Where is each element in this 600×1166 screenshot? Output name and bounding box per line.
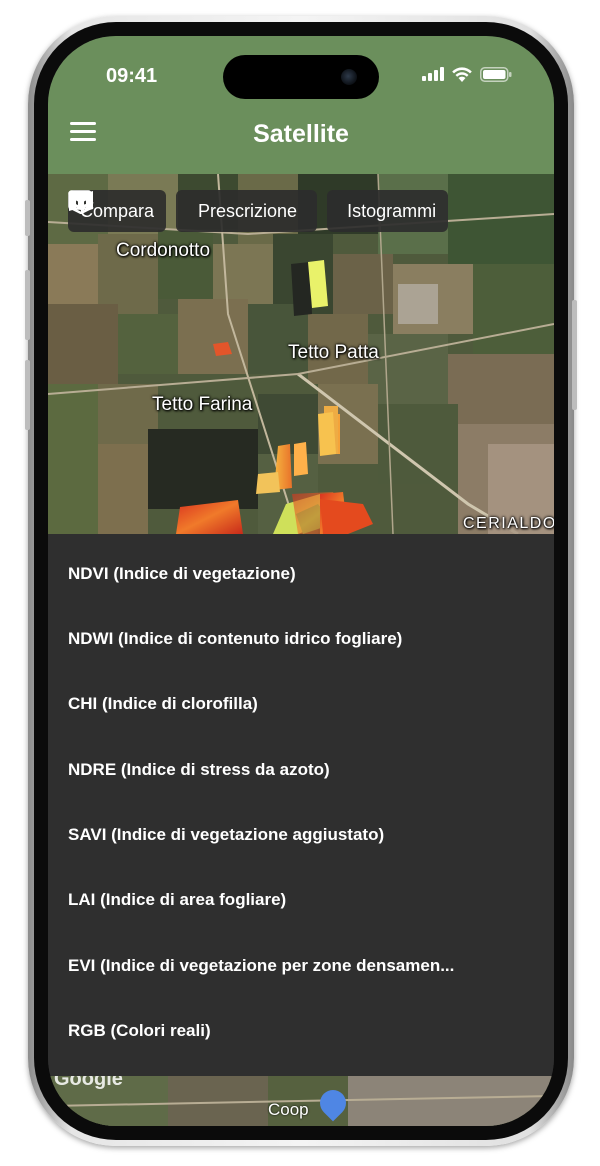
menu-item-rgb[interactable]: RGB (Colori reali) <box>68 1021 538 1041</box>
volume-up-button <box>25 270 30 340</box>
camera-icon <box>341 69 357 85</box>
place-label-tetto-farina: Tetto Farina <box>152 394 253 415</box>
prescription-button[interactable]: Prescrizione <box>68 190 318 232</box>
satellite-map[interactable]: Compara Prescrizione Istogrammi Cordonot… <box>48 174 554 534</box>
menu-item-ndwi[interactable]: NDWI (Indice di contenuto idrico fogliar… <box>68 629 538 649</box>
signal-icon <box>422 67 444 81</box>
app-screen: 09:41 Satellite Compara Prescrizione Ist… <box>48 36 554 1126</box>
dynamic-island <box>223 55 379 99</box>
menu-item-ndvi[interactable]: NDVI (Indice di vegetazione) <box>68 564 538 584</box>
place-label-cordonotto: Cordonotto <box>116 240 211 261</box>
map-icon <box>69 191 93 211</box>
google-attribution: Google <box>54 1076 123 1090</box>
app-header: 09:41 Satellite <box>48 36 554 174</box>
place-label-cerialdo: CERIALDO <box>463 515 554 532</box>
histogram-label: Istogrammi <box>347 200 437 221</box>
side-button <box>25 200 30 236</box>
prescription-label: Prescrizione <box>198 200 298 221</box>
status-icons <box>422 66 512 82</box>
wifi-icon <box>452 67 472 82</box>
index-menu: NDVI (Indice di vegetazione) NDWI (Indic… <box>48 534 554 1076</box>
map-toolbar: Compara Prescrizione Istogrammi <box>68 190 449 232</box>
place-label-tetto-patta: Tetto Patta <box>288 342 379 363</box>
histogram-button[interactable]: Istogrammi <box>69 190 449 232</box>
menu-item-evi[interactable]: EVI (Indice di vegetazione per zone dens… <box>68 956 538 976</box>
menu-item-savi[interactable]: SAVI (Indice di vegetazione aggiustato) <box>68 825 538 845</box>
power-button <box>572 300 577 410</box>
volume-down-button <box>25 360 30 430</box>
map-bottom-strip: Google Coop <box>48 1076 554 1126</box>
menu-item-chi[interactable]: CHI (Indice di clorofilla) <box>68 694 538 714</box>
status-time: 09:41 <box>106 65 158 87</box>
menu-item-lai[interactable]: LAI (Indice di area fogliare) <box>68 890 538 910</box>
battery-icon <box>480 66 512 82</box>
menu-item-ndre[interactable]: NDRE (Indice di stress da azoto) <box>68 760 538 780</box>
poi-label-coop: Coop <box>268 1100 309 1119</box>
page-title: Satellite <box>253 120 349 148</box>
